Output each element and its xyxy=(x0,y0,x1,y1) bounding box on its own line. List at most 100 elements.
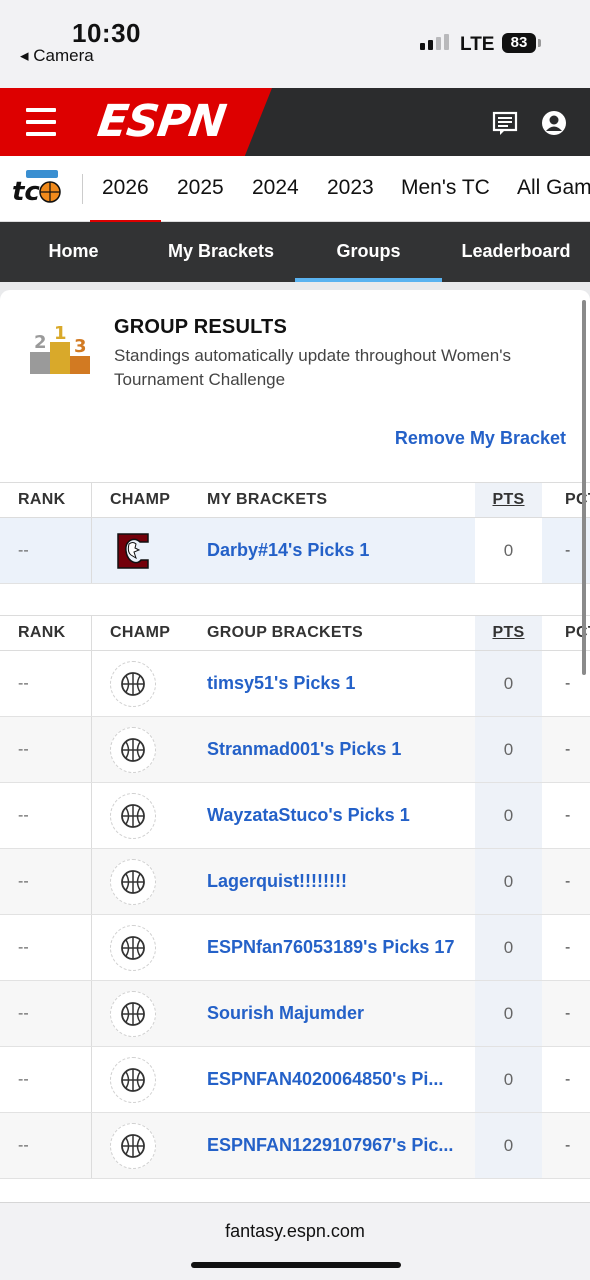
bracket-name-link[interactable]: Sourish Majumder xyxy=(207,981,364,1046)
bracket-name-link[interactable]: ESPNFAN1229107967's Pic... xyxy=(207,1113,453,1178)
south-carolina-gamecock-logo xyxy=(117,532,149,569)
year-tabs: tc 2026 2025 2024 2023 Men's TC All Gam xyxy=(0,156,590,224)
table-row[interactable]: -- timsy51's Picks 1 0 - xyxy=(0,651,590,717)
basketball-icon xyxy=(110,858,156,905)
bracket-name-link[interactable]: ESPNfan76053189's Picks 17 xyxy=(207,915,454,980)
header-group-brackets: GROUP BRACKETS xyxy=(207,624,363,641)
pct-cell: - xyxy=(565,872,571,890)
table-row[interactable]: -- Darby#14's Picks 1 0 - xyxy=(0,518,590,584)
rank-cell: -- xyxy=(18,740,29,758)
header-pts[interactable]: PTS xyxy=(475,616,542,650)
bracket-name-link[interactable]: Lagerquist!!!!!!!! xyxy=(207,849,347,914)
pct-cell: - xyxy=(565,740,571,758)
tab-all-games[interactable]: All Gam xyxy=(517,176,590,200)
champ-cell xyxy=(110,915,156,980)
bracket-name-link[interactable]: WayzataStuco's Picks 1 xyxy=(207,783,410,848)
pct-cell: - xyxy=(565,1070,571,1088)
scrollbar[interactable] xyxy=(582,300,586,675)
table-row[interactable]: -- WayzataStuco's Picks 1 0 - xyxy=(0,783,590,849)
bracket-name-link[interactable]: timsy51's Picks 1 xyxy=(207,651,355,716)
tab-2025[interactable]: 2025 xyxy=(177,176,224,200)
womens-tc-logo[interactable]: tc xyxy=(12,170,62,206)
pts-cell: 0 xyxy=(475,915,542,980)
pct-cell: - xyxy=(565,806,571,824)
rank-cell: -- xyxy=(18,872,29,890)
table-row[interactable]: -- Sourish Majumder 0 - xyxy=(0,981,590,1047)
bracket-name-link[interactable]: ESPNFAN4020064850's Pi... xyxy=(207,1047,443,1112)
svg-text:tc: tc xyxy=(12,177,40,206)
rank-cell: -- xyxy=(18,806,29,824)
rank-cell: -- xyxy=(18,938,29,956)
table-row[interactable]: -- Stranmad001's Picks 1 0 - xyxy=(0,717,590,783)
hamburger-icon[interactable] xyxy=(26,108,56,136)
messages-icon[interactable] xyxy=(492,110,518,136)
basketball-icon xyxy=(110,1056,156,1103)
pts-cell: 0 xyxy=(475,981,542,1046)
pts-cell: 0 xyxy=(475,717,542,782)
svg-text:2: 2 xyxy=(34,332,47,353)
group-results-title: GROUP RESULTS xyxy=(114,316,287,338)
pts-cell: 0 xyxy=(475,1047,542,1112)
header-champ: CHAMP xyxy=(110,491,171,508)
espn-logo[interactable]: ESPN xyxy=(94,96,228,147)
home-indicator[interactable] xyxy=(191,1262,401,1268)
pct-cell: - xyxy=(565,541,571,559)
remove-my-bracket-link[interactable]: Remove My Bracket xyxy=(395,428,566,449)
battery-tip xyxy=(538,39,541,47)
section-nav: Home My Brackets Groups Leaderboard xyxy=(0,222,590,282)
table-row[interactable]: -- ESPNFAN1229107967's Pic... 0 - xyxy=(0,1113,590,1179)
basketball-icon xyxy=(110,726,156,773)
pts-cell: 0 xyxy=(475,651,542,716)
header-pts[interactable]: PTS xyxy=(475,483,542,517)
pct-cell: - xyxy=(565,674,571,692)
cellular-signal-icon xyxy=(420,34,449,50)
basketball-icon xyxy=(110,924,156,971)
network-type: LTE xyxy=(460,34,495,55)
browser-url-bar: fantasy.espn.com xyxy=(0,1202,590,1280)
tab-2026[interactable]: 2026 xyxy=(90,176,161,224)
tab-leaderboard[interactable]: Leaderboard xyxy=(442,222,590,282)
pts-cell: 0 xyxy=(475,849,542,914)
bracket-name-link[interactable]: Darby#14's Picks 1 xyxy=(207,518,369,583)
profile-icon[interactable] xyxy=(541,110,567,136)
champ-cell xyxy=(110,783,156,848)
header-my-brackets: MY BRACKETS xyxy=(207,491,328,508)
tab-2024[interactable]: 2024 xyxy=(252,176,299,200)
tab-groups[interactable]: Groups xyxy=(295,222,442,282)
champ-cell xyxy=(110,1113,156,1178)
table-row[interactable]: -- ESPNFAN4020064850's Pi... 0 - xyxy=(0,1047,590,1113)
table-header-row: RANK CHAMP MY BRACKETS PTS PCT xyxy=(0,482,590,518)
table-row[interactable]: -- ESPNfan76053189's Picks 17 0 - xyxy=(0,915,590,981)
table-header-row: RANK CHAMP GROUP BRACKETS PTS PCT xyxy=(0,615,590,651)
header-pct[interactable]: PCT xyxy=(565,616,590,650)
espn-header: ESPN xyxy=(0,88,590,156)
tab-2023[interactable]: 2023 xyxy=(327,176,374,200)
champ-cell xyxy=(110,1047,156,1112)
tab-mens-tc[interactable]: Men's TC xyxy=(401,176,490,200)
header-champ: CHAMP xyxy=(110,624,171,641)
tab-home[interactable]: Home xyxy=(0,222,147,282)
svg-text:3: 3 xyxy=(74,336,87,357)
table-row[interactable]: -- Lagerquist!!!!!!!! 0 - xyxy=(0,849,590,915)
header-rank: RANK xyxy=(18,624,66,641)
group-results-subtitle: Standings automatically update throughou… xyxy=(114,346,512,389)
svg-text:1: 1 xyxy=(54,326,67,344)
bracket-name-link[interactable]: Stranmad001's Picks 1 xyxy=(207,717,401,782)
tabs-divider xyxy=(82,174,83,204)
champ-cell xyxy=(110,717,156,782)
rank-cell: -- xyxy=(18,541,29,559)
tab-my-brackets[interactable]: My Brackets xyxy=(147,222,295,282)
battery-icon: 83 xyxy=(502,33,536,53)
back-to-camera-link[interactable]: ◂ Camera xyxy=(20,46,94,66)
pct-cell: - xyxy=(565,1004,571,1022)
group-results-card: 2 1 3 GROUP RESULTS Standings automatica… xyxy=(0,290,590,1202)
champ-cell xyxy=(110,651,156,716)
header-pct[interactable]: PCT xyxy=(565,483,590,517)
basketball-icon xyxy=(110,660,156,707)
pct-cell: - xyxy=(565,938,571,956)
status-time: 10:30 xyxy=(72,18,141,48)
champ-cell xyxy=(110,981,156,1046)
champ-cell xyxy=(110,518,156,583)
my-brackets-table: RANK CHAMP MY BRACKETS PTS PCT -- Darby#… xyxy=(0,482,590,584)
url-text[interactable]: fantasy.espn.com xyxy=(0,1221,590,1242)
